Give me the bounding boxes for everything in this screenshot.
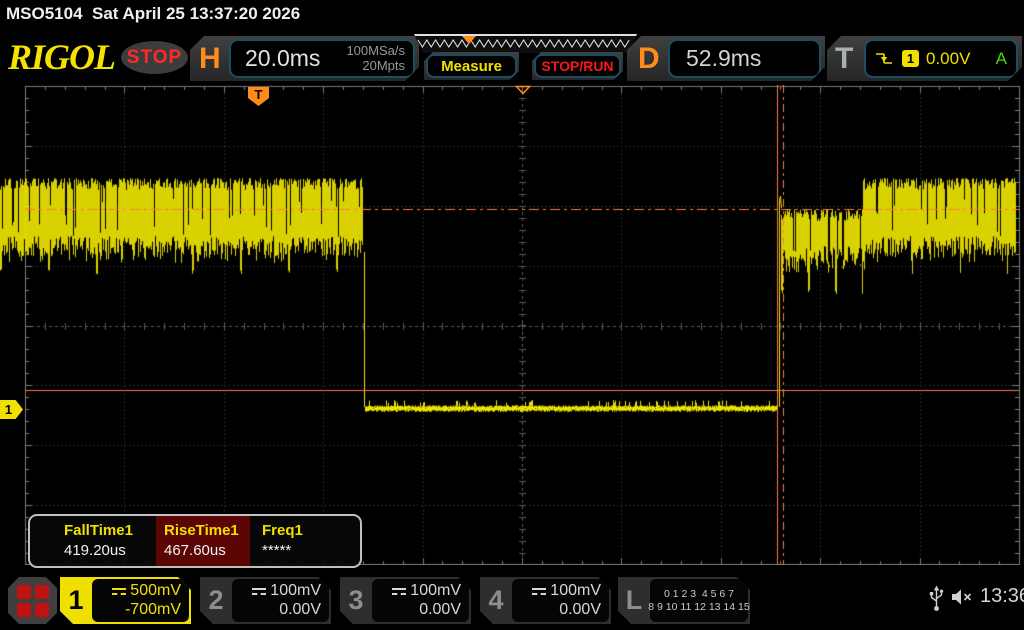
channel-scale: 100mV: [410, 582, 461, 600]
trigger-label: T: [835, 36, 853, 81]
channel-scale: 100mV: [550, 582, 601, 600]
delay-value: 52.9ms: [686, 41, 761, 76]
channel-number: 1: [60, 577, 92, 624]
timebase-box: 20.0ms 100MSa/s 20Mpts: [229, 39, 415, 78]
measurement-item-falltime[interactable]: FallTime1 419.20us: [30, 516, 156, 566]
measurement-value: *****: [262, 541, 356, 561]
channel2-button[interactable]: 2 100mV 0.00V: [200, 577, 331, 624]
trigger-sweep-mode: A: [996, 49, 1007, 69]
stop-run-button-label: STOP/RUN: [541, 58, 613, 74]
channel-scale: 100mV: [270, 582, 321, 600]
channel1-button[interactable]: 1 500mV -700mV: [60, 577, 191, 624]
overview-waveform: [414, 36, 637, 51]
measurement-item-risetime-selected[interactable]: RiseTime1 467.60us: [156, 516, 250, 566]
trigger-level-value: 0.00V: [926, 49, 970, 69]
sample-rate: 100MSa/s: [346, 43, 405, 58]
logic-label: L: [618, 577, 650, 624]
channel3-button[interactable]: 3 100mV 0.00V: [340, 577, 471, 624]
channel-scale: 500mV: [130, 582, 181, 600]
dc-coupling-icon: [252, 587, 266, 596]
trigger-source-badge: 1: [902, 50, 919, 67]
acquisition-readout: 100MSa/s 20Mpts: [346, 43, 405, 73]
falling-edge-icon: [874, 51, 894, 67]
measurement-name: FallTime1: [64, 521, 156, 541]
dc-coupling-icon: [392, 587, 406, 596]
measurement-name: Freq1: [262, 521, 356, 541]
overview-position-marker[interactable]: [462, 36, 476, 44]
measurement-name: RiseTime1: [164, 521, 250, 541]
channel-offset: 0.00V: [419, 601, 461, 619]
usb-icon: [928, 585, 945, 613]
clock: 13:36: [980, 585, 1024, 608]
window-title: MSO5104 Sat April 25 13:37:20 2026: [6, 4, 300, 24]
horizontal-label: H: [199, 36, 221, 81]
timebase-value: 20.0ms: [245, 41, 320, 76]
logic-row2: 8 9 10 11 12 13 14 15: [648, 601, 749, 614]
channel-number: 2: [200, 577, 232, 624]
channel-offset: 0.00V: [559, 601, 601, 619]
delay-label: D: [638, 36, 660, 81]
channel-offset: -700mV: [125, 601, 181, 619]
menu-button[interactable]: [8, 577, 57, 624]
horizontal-settings-button[interactable]: H 20.0ms 100MSa/s 20Mpts: [190, 36, 419, 81]
dc-coupling-icon: [532, 587, 546, 596]
delay-box: 52.9ms: [668, 39, 821, 78]
rigol-logo: RIGOL: [8, 36, 115, 78]
speaker-muted-icon: [950, 587, 976, 607]
logic-row1: 0 1 2 3 4 5 6 7: [664, 588, 734, 601]
waveform-overview-strip[interactable]: [414, 34, 637, 53]
run-state-badge: STOP: [121, 41, 188, 74]
channel4-button[interactable]: 4 100mV 0.00V: [480, 577, 611, 624]
menu-icon: [17, 585, 31, 599]
dc-coupling-icon: [112, 587, 126, 596]
channel-number: 3: [340, 577, 372, 624]
channel-offset: 0.00V: [279, 601, 321, 619]
trigger-settings-button[interactable]: T 1 0.00V A: [827, 36, 1022, 81]
measure-button[interactable]: Measure: [424, 52, 519, 80]
logic-channels-button[interactable]: L 0 1 2 3 4 5 6 7 8 9 10 11 12 13 14 15: [618, 577, 750, 624]
measurement-value: 467.60us: [164, 541, 250, 561]
memory-depth: 20Mpts: [346, 58, 405, 73]
channel-number: 4: [480, 577, 512, 624]
measurement-value: 419.20us: [64, 541, 156, 561]
measurement-item-freq[interactable]: Freq1 *****: [250, 516, 356, 566]
run-state-label: STOP: [127, 47, 182, 69]
measure-button-label: Measure: [441, 58, 502, 75]
trigger-box: 1 0.00V A: [864, 39, 1018, 78]
waveform-display[interactable]: [0, 85, 1024, 565]
delay-readout[interactable]: D 52.9ms: [627, 36, 825, 81]
stop-run-button[interactable]: STOP/RUN: [532, 52, 623, 80]
measurement-panel: FallTime1 419.20us RiseTime1 467.60us Fr…: [28, 514, 362, 568]
center-reference-marker: [515, 85, 531, 95]
